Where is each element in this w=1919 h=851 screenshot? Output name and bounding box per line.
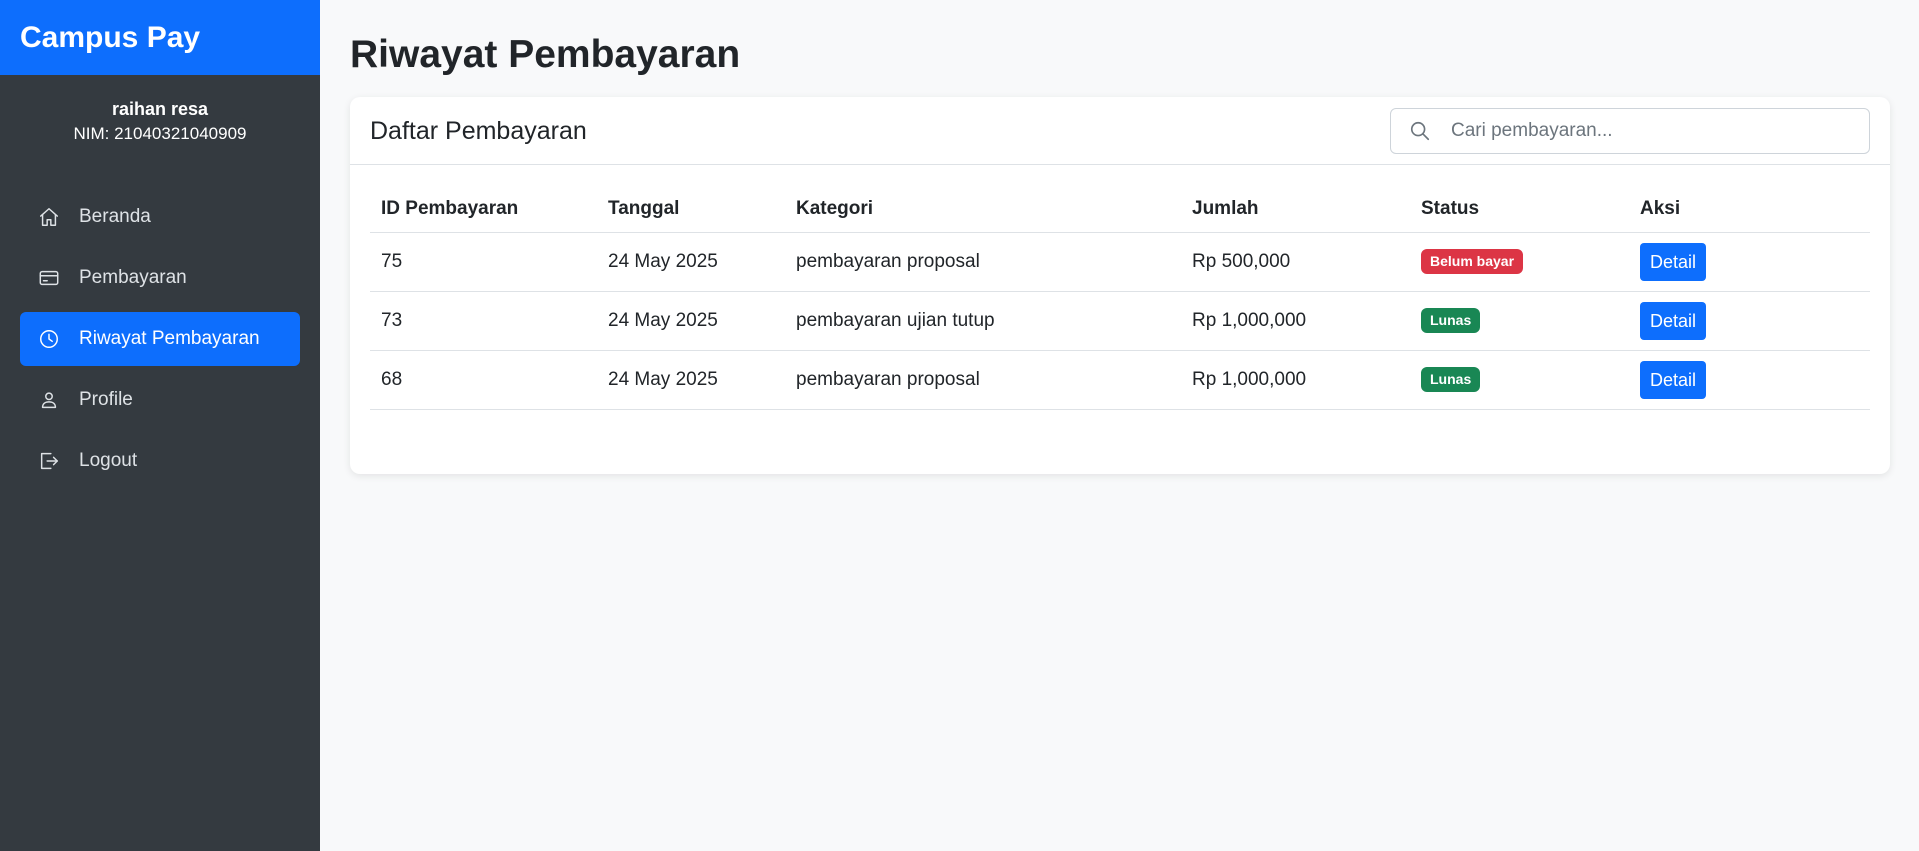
sidebar-item-logout[interactable]: Logout — [20, 434, 300, 488]
detail-button[interactable]: Detail — [1640, 360, 1707, 399]
person-icon — [38, 389, 60, 411]
cell-category: pembayaran proposal — [785, 232, 1181, 292]
payment-list-card: Daftar Pembayaran ID Pembayaran Tanggal … — [350, 97, 1890, 474]
sidebar-item-riwayat-pembayaran[interactable]: Riwayat Pembayaran — [20, 312, 300, 366]
detail-button[interactable]: Detail — [1640, 242, 1707, 281]
user-name: raihan resa — [111, 99, 209, 119]
credit-card-icon — [38, 267, 60, 289]
sidebar-item-label: Pembayaran — [79, 267, 187, 288]
column-header-action: Aksi — [1629, 187, 1870, 233]
sidebar-item-label: Profile — [79, 389, 133, 410]
home-icon — [38, 206, 60, 228]
table-row: 68 24 May 2025 pembayaran proposal Rp 1,… — [370, 350, 1870, 410]
page-title: Riwayat Pembayaran — [350, 33, 741, 76]
sidebar-item-beranda[interactable]: Beranda — [20, 190, 300, 244]
cell-action: Detail — [1629, 291, 1870, 351]
cell-id: 68 — [370, 350, 597, 410]
cell-date: 24 May 2025 — [597, 350, 785, 410]
cell-amount: Rp 1,000,000 — [1181, 350, 1410, 410]
payment-table: ID Pembayaran Tanggal Kategori Jumlah St… — [370, 187, 1870, 410]
status-badge: Lunas — [1421, 367, 1481, 392]
cell-status: Lunas — [1410, 350, 1629, 410]
cell-action: Detail — [1629, 350, 1870, 410]
cell-date: 24 May 2025 — [597, 232, 785, 292]
user-nim: NIM: 21040321040909 — [73, 124, 247, 143]
search-icon — [1410, 121, 1430, 140]
cell-amount: Rp 500,000 — [1181, 232, 1410, 292]
cell-id: 73 — [370, 291, 597, 351]
card-title: Daftar Pembayaran — [370, 116, 587, 145]
column-header-id[interactable]: ID Pembayaran — [370, 187, 597, 233]
card-body: ID Pembayaran Tanggal Kategori Jumlah St… — [350, 165, 1890, 410]
sidebar-nav: Beranda Pembayaran Riwayat Pembayaran Pr… — [0, 190, 320, 495]
cell-status: Belum bayar — [1410, 232, 1629, 292]
main-content: Riwayat Pembayaran Daftar Pembayaran ID … — [320, 0, 1919, 851]
sidebar-item-label: Riwayat Pembayaran — [79, 328, 260, 349]
status-badge: Belum bayar — [1421, 249, 1524, 274]
card-header: Daftar Pembayaran — [350, 97, 1890, 165]
cell-category: pembayaran proposal — [785, 350, 1181, 410]
table-header-row: ID Pembayaran Tanggal Kategori Jumlah St… — [370, 187, 1870, 233]
logout-icon — [38, 450, 60, 472]
table-row: 75 24 May 2025 pembayaran proposal Rp 50… — [370, 232, 1870, 292]
status-badge: Lunas — [1421, 308, 1481, 333]
clock-icon — [38, 328, 60, 350]
cell-amount: Rp 1,000,000 — [1181, 291, 1410, 351]
sidebar-item-pembayaran[interactable]: Pembayaran — [20, 251, 300, 305]
cell-id: 75 — [370, 232, 597, 292]
cell-date: 24 May 2025 — [597, 291, 785, 351]
user-info: raihan resa NIM: 21040321040909 — [0, 75, 320, 190]
search-box[interactable] — [1390, 107, 1870, 154]
cell-action: Detail — [1629, 232, 1870, 292]
brand-logo[interactable]: Campus Pay — [0, 0, 320, 75]
sidebar: Campus Pay raihan resa NIM: 210403210409… — [0, 0, 320, 851]
detail-button[interactable]: Detail — [1640, 301, 1707, 340]
app-root: Campus Pay raihan resa NIM: 210403210409… — [0, 0, 1919, 851]
column-header-status[interactable]: Status — [1410, 187, 1629, 233]
column-header-amount[interactable]: Jumlah — [1181, 187, 1410, 233]
sidebar-item-profile[interactable]: Profile — [20, 373, 300, 427]
cell-status: Lunas — [1410, 291, 1629, 351]
cell-category: pembayaran ujian tutup — [785, 291, 1181, 351]
sidebar-item-label: Beranda — [79, 206, 151, 227]
sidebar-item-label: Logout — [79, 450, 138, 471]
table-row: 73 24 May 2025 pembayaran ujian tutup Rp… — [370, 291, 1870, 351]
column-header-date[interactable]: Tanggal — [597, 187, 785, 233]
column-header-category[interactable]: Kategori — [785, 187, 1181, 233]
search-input[interactable] — [1451, 119, 1851, 142]
